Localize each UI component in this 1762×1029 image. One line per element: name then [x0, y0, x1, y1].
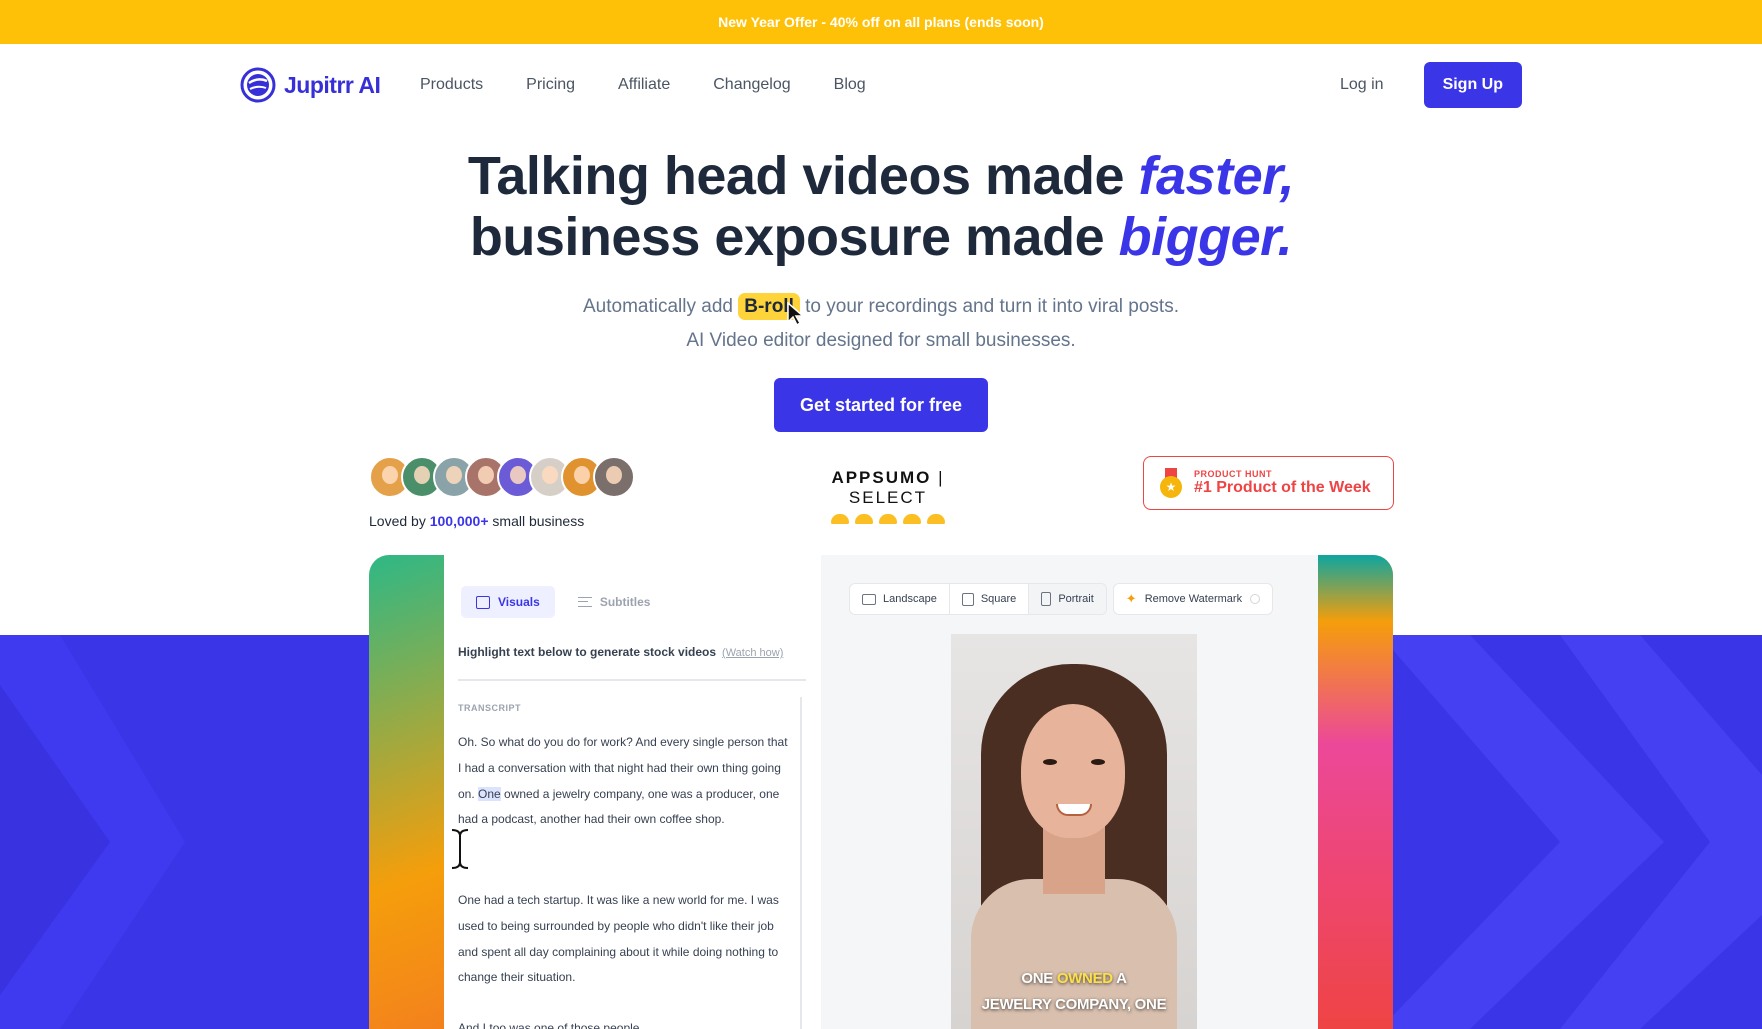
mouse-pointer-icon	[787, 302, 805, 326]
phone-icon	[1041, 592, 1052, 606]
editor-instruction: Highlight text below to generate stock v…	[458, 645, 783, 659]
square-label: Square	[980, 593, 1017, 605]
watch-how-link[interactable]: (Watch how)	[722, 647, 783, 659]
taco-icon	[879, 514, 897, 524]
customer-avatars	[369, 456, 635, 498]
person-face	[1021, 704, 1125, 838]
transcript-paragraph[interactable]: And I too was one of those people.	[458, 1016, 793, 1029]
loved-count: 100,000+	[429, 513, 489, 529]
nav-link-affiliate[interactable]: Affiliate	[618, 76, 670, 94]
loved-prefix: Loved by	[369, 513, 430, 529]
tab-visuals[interactable]: Visuals	[461, 586, 555, 618]
taco-icon	[855, 514, 873, 524]
film-icon	[476, 595, 490, 609]
get-started-button[interactable]: Get started for free	[774, 378, 988, 432]
taco-icon	[831, 514, 849, 524]
avatar	[593, 456, 635, 498]
nav-actions: Log in Sign Up	[1340, 62, 1522, 108]
subtitle-line2: AI Video editor designed for small busin…	[686, 330, 1076, 351]
appsumo-brand: APPSUMO	[831, 468, 932, 487]
editor-tabs: Visuals Subtitles	[461, 586, 665, 618]
tab-visuals-label: Visuals	[498, 595, 540, 609]
video-preview[interactable]: ONE OWNED A JEWELRY COMPANY, ONE	[951, 634, 1197, 1029]
remove-watermark-toggle[interactable]: ✦ Remove Watermark	[1112, 583, 1274, 615]
subtitle-part-b: to your recordings and turn it into vira…	[799, 296, 1179, 317]
promo-banner[interactable]: New Year Offer - 40% off on all plans (e…	[0, 0, 1762, 44]
hero-line2: business exposure made	[469, 207, 1119, 267]
nav-link-changelog[interactable]: Changelog	[713, 76, 790, 94]
nav-links: Products Pricing Affiliate Changelog Blo…	[420, 76, 866, 94]
landscape-option[interactable]: Landscape	[850, 584, 950, 614]
transcript-paragraph[interactable]: One had a tech startup. It was like a ne…	[458, 888, 793, 991]
top-nav: Jupitrr AI Products Pricing Affiliate Ch…	[240, 62, 1522, 108]
toggle-radio[interactable]	[1250, 594, 1261, 604]
text-cursor-icon	[451, 828, 469, 870]
taco-icon	[903, 514, 921, 524]
subtitle-part-a: Automatically add	[583, 296, 739, 317]
portrait-label: Portrait	[1058, 593, 1094, 605]
hero-line1: Talking head videos made	[467, 146, 1139, 206]
caption-word: ONE	[1021, 970, 1057, 987]
scrollbar[interactable]	[800, 697, 802, 1029]
appsumo-badge: APPSUMO | SELECT	[796, 468, 980, 524]
nav-link-pricing[interactable]: Pricing	[526, 76, 575, 94]
preview-panel: Landscape Square Portrait ✦ Remove Water…	[821, 555, 1318, 1029]
video-caption: ONE OWNED A JEWELRY COMPANY, ONE	[951, 966, 1197, 1018]
square-icon	[961, 592, 974, 606]
brand-logo-link[interactable]: Jupitrr AI	[240, 67, 420, 103]
square-option[interactable]: Square	[950, 584, 1030, 614]
demo-frame-right-edge	[1318, 555, 1393, 1029]
editor-panel: Visuals Subtitles Highlight text below t…	[444, 555, 821, 1029]
taco-icon	[927, 514, 945, 524]
person-eye	[1091, 759, 1105, 765]
caption-highlight: OWNED	[1056, 970, 1113, 987]
loved-by-text: Loved by 100,000+ small business	[369, 513, 584, 529]
caption-word: A	[1112, 970, 1127, 987]
landscape-label: Landscape	[883, 593, 937, 605]
transcript-paragraph[interactable]: Oh. So what do you do for work? And ever…	[458, 730, 793, 833]
tab-subtitles[interactable]: Subtitles	[563, 586, 666, 618]
tab-subtitles-label: Subtitles	[599, 595, 651, 609]
remove-watermark-label: Remove Watermark	[1144, 593, 1243, 605]
hero-subtitle: Automatically add B-roll to your recordi…	[0, 290, 1762, 358]
caption-line2: JEWELRY COMPANY, ONE	[981, 996, 1167, 1013]
jupitrr-logo-icon	[240, 67, 276, 103]
taco-rating	[796, 514, 980, 524]
nav-link-blog[interactable]: Blog	[834, 76, 866, 94]
brand-name: Jupitrr AI	[284, 71, 381, 98]
aspect-ratio-group: Landscape Square Portrait	[849, 583, 1107, 615]
selected-word[interactable]: One	[478, 786, 501, 801]
lines-icon	[577, 597, 592, 607]
hero-title: Talking head videos made faster, busines…	[0, 146, 1762, 268]
appsumo-tag: SELECT	[848, 488, 928, 507]
product-hunt-label: PRODUCT HUNT	[1194, 469, 1272, 479]
format-toolbar: Landscape Square Portrait ✦ Remove Water…	[849, 583, 1274, 615]
signup-button[interactable]: Sign Up	[1423, 62, 1522, 108]
product-hunt-badge[interactable]: ★ PRODUCT HUNT #1 Product of the Week	[1143, 456, 1394, 510]
loved-suffix: small business	[488, 513, 585, 529]
promo-text[interactable]: New Year Offer - 40% off on all plans (e…	[718, 14, 1044, 30]
hero-line2-emphasis: bigger.	[1118, 207, 1293, 267]
product-hunt-award: #1 Product of the Week	[1194, 479, 1371, 496]
monitor-icon	[862, 593, 876, 605]
transcript-text[interactable]: owned a jewelry company, one was a produ…	[458, 787, 779, 827]
login-link[interactable]: Log in	[1340, 76, 1384, 94]
divider	[458, 679, 806, 681]
hero-line1-emphasis: faster,	[1138, 146, 1295, 206]
medal-icon: ★	[1160, 468, 1182, 498]
sparkle-icon: ✦	[1125, 591, 1137, 606]
nav-link-products[interactable]: Products	[420, 76, 483, 94]
transcript-label: TRANSCRIPT	[458, 703, 521, 713]
instruction-text: Highlight text below to generate stock v…	[458, 645, 717, 659]
person-eye	[1043, 759, 1057, 765]
portrait-option[interactable]: Portrait	[1029, 584, 1106, 614]
